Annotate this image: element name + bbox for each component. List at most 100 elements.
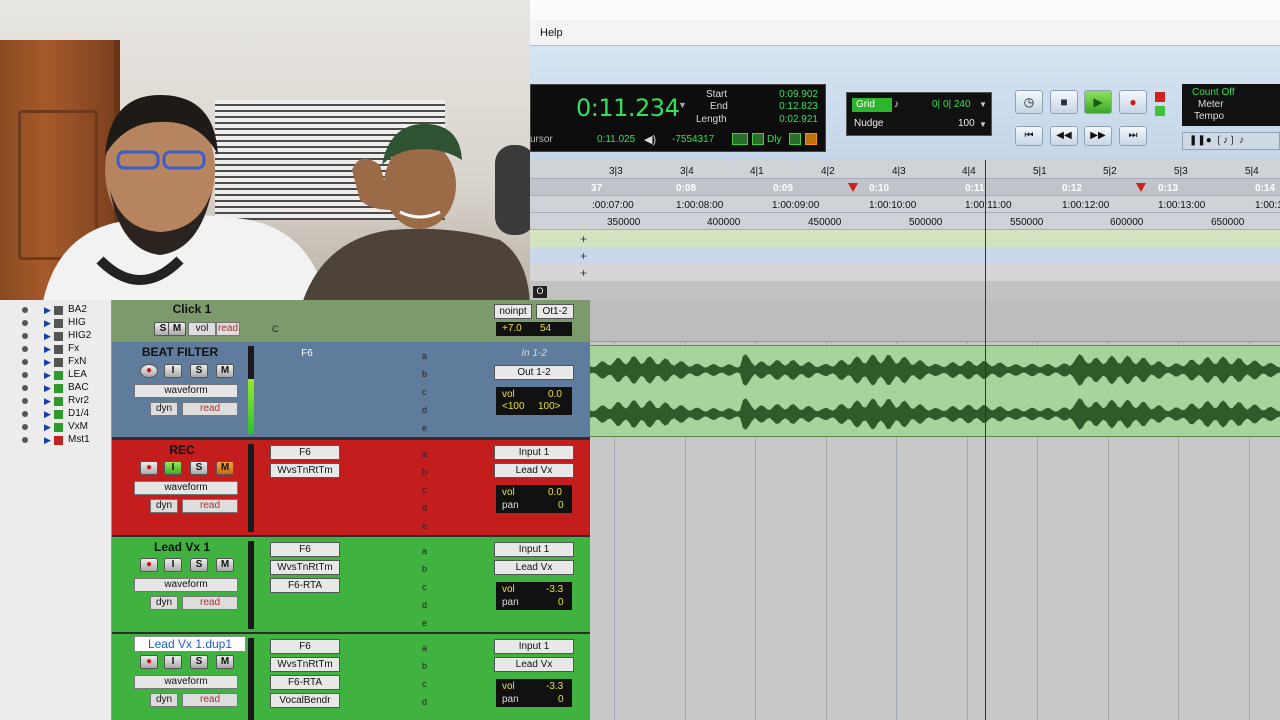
tempo-label[interactable]: Tempo bbox=[1194, 111, 1224, 122]
timebase-selector[interactable]: dyn bbox=[150, 596, 178, 610]
insert-a[interactable]: F6 bbox=[272, 347, 342, 362]
pan-value[interactable]: 0 bbox=[558, 694, 564, 705]
record-arm-button[interactable]: ● bbox=[140, 461, 158, 475]
track-list-item[interactable]: ▶ D1/4 bbox=[0, 408, 112, 421]
selection-end-marker[interactable] bbox=[1136, 183, 1146, 192]
record-arm-icon[interactable] bbox=[1155, 92, 1165, 102]
track-list-item[interactable]: ▶ Fx bbox=[0, 343, 112, 356]
track-lead-vx-dup[interactable]: Lead Vx 1.dup1 ● I S M waveform dyn read… bbox=[112, 634, 590, 720]
send-slot-b[interactable]: b bbox=[422, 661, 427, 671]
track-name[interactable]: Lead Vx 1 bbox=[122, 540, 242, 554]
min-sec-ruler[interactable] bbox=[530, 179, 1280, 196]
insert-d[interactable]: VocalBendr bbox=[270, 693, 340, 708]
nudge-value[interactable]: 100 bbox=[958, 118, 975, 129]
mute-button[interactable]: M bbox=[216, 655, 234, 669]
visibility-dot-icon[interactable] bbox=[22, 333, 28, 339]
count-off-label[interactable]: Count Off bbox=[1192, 87, 1235, 98]
track-list-item[interactable]: ▶ BA2 bbox=[0, 304, 112, 317]
output-selector[interactable]: Lead Vx bbox=[494, 657, 574, 672]
send-slot-c[interactable]: c bbox=[422, 485, 427, 495]
input-monitor-button[interactable]: I bbox=[164, 655, 182, 669]
automation-mode[interactable]: read bbox=[182, 402, 238, 416]
link-icon[interactable] bbox=[789, 133, 801, 145]
track-click[interactable]: Click 1 S M vol read C noinpt Ot1-2 +7.0… bbox=[112, 300, 590, 342]
meter-label[interactable]: Meter bbox=[1198, 99, 1224, 110]
visibility-dot-icon[interactable] bbox=[22, 437, 28, 443]
track-rec[interactable]: REC ● I S M waveform dyn read F6 WvsTnRt… bbox=[112, 440, 590, 535]
insert-a[interactable]: F6 bbox=[270, 445, 340, 460]
record-icon[interactable]: ● bbox=[1119, 90, 1147, 114]
go-to-end-icon[interactable]: ⏭ bbox=[1119, 126, 1147, 146]
automation-mode[interactable]: read bbox=[182, 596, 238, 610]
track-list-item[interactable]: ▶ Rvr2 bbox=[0, 395, 112, 408]
counter-dropdown-icon[interactable]: ▼ bbox=[678, 100, 687, 110]
add-meter-icon[interactable]: + bbox=[580, 266, 587, 280]
input-selector[interactable]: Input 1 bbox=[494, 639, 574, 654]
sync-icon[interactable] bbox=[732, 133, 748, 145]
start-value[interactable]: 0:09.902 bbox=[758, 89, 818, 100]
visibility-dot-icon[interactable] bbox=[22, 411, 28, 417]
send-slot-a[interactable]: a bbox=[422, 351, 427, 361]
visibility-dot-icon[interactable] bbox=[22, 385, 28, 391]
send-slot-e[interactable]: e bbox=[422, 521, 427, 531]
track-list-item[interactable]: ▶ Mst1 bbox=[0, 434, 112, 447]
end-value[interactable]: 0:12.823 bbox=[758, 101, 818, 112]
track-name-edit-field[interactable]: Lead Vx 1.dup1 bbox=[134, 636, 246, 652]
view-selector[interactable]: waveform bbox=[134, 675, 238, 689]
view-selector[interactable]: vol bbox=[188, 322, 216, 336]
track-name[interactable]: Click 1 bbox=[132, 302, 252, 316]
beat-filter-audio-clip[interactable] bbox=[590, 345, 1280, 437]
return-to-zero-icon[interactable]: ⏮ bbox=[1015, 126, 1043, 146]
send-slot-d[interactable]: d bbox=[422, 405, 427, 415]
vol-value[interactable]: 0.0 bbox=[548, 487, 562, 498]
record-arm-button[interactable]: ● bbox=[140, 655, 158, 669]
stop-icon[interactable]: ■ bbox=[1050, 90, 1078, 114]
play-icon[interactable]: ▶ bbox=[1084, 90, 1112, 114]
selection-start-marker[interactable] bbox=[848, 183, 858, 192]
vol-value[interactable]: -3.3 bbox=[546, 584, 563, 595]
track-list-item[interactable]: ▶ LEA bbox=[0, 369, 112, 382]
pan-value[interactable]: 0 bbox=[558, 597, 564, 608]
send-slot-c[interactable]: c bbox=[422, 387, 427, 397]
solo-button[interactable]: S bbox=[190, 461, 208, 475]
output-selector[interactable]: Ot1-2 bbox=[536, 304, 574, 319]
input-selector[interactable]: noinpt bbox=[494, 304, 532, 319]
online-icon[interactable]: ◷ bbox=[1015, 90, 1043, 114]
send-slot-b[interactable]: b bbox=[422, 467, 427, 477]
visibility-dot-icon[interactable] bbox=[22, 307, 28, 313]
send-slot-d[interactable]: d bbox=[422, 697, 427, 707]
visibility-dot-icon[interactable] bbox=[22, 320, 28, 326]
pan-left-value[interactable]: <100 bbox=[502, 401, 525, 412]
key-ruler-strip[interactable] bbox=[530, 281, 1280, 300]
input-selector[interactable]: Input 1 bbox=[494, 445, 574, 460]
track-list-item[interactable]: ▶ VxM bbox=[0, 421, 112, 434]
timebase-selector[interactable]: dyn bbox=[150, 402, 178, 416]
automation-mode[interactable]: read bbox=[182, 693, 238, 707]
menu-help[interactable]: Help bbox=[540, 27, 563, 39]
midi-icon[interactable] bbox=[805, 133, 817, 145]
send-slot-c[interactable]: c bbox=[422, 679, 427, 689]
input-selector[interactable]: In 1-2 bbox=[494, 347, 574, 362]
send-slot-d[interactable]: d bbox=[422, 503, 427, 513]
solo-button[interactable]: S bbox=[190, 558, 208, 572]
output-selector[interactable]: Lead Vx bbox=[494, 463, 574, 478]
insert-c[interactable]: F6-RTA bbox=[270, 675, 340, 690]
rewind-icon[interactable]: ◀◀ bbox=[1050, 126, 1078, 146]
grid-button[interactable]: Grid bbox=[852, 98, 892, 112]
timebase-selector[interactable]: dyn bbox=[150, 693, 178, 707]
send-slot-b[interactable]: b bbox=[422, 564, 427, 574]
add-tempo-icon[interactable]: + bbox=[580, 249, 587, 263]
fast-forward-icon[interactable]: ▶▶ bbox=[1084, 126, 1112, 146]
input-monitor-button[interactable]: I bbox=[164, 558, 182, 572]
visibility-dot-icon[interactable] bbox=[22, 424, 28, 430]
track-lead-vx[interactable]: Lead Vx 1 ● I S M waveform dyn read F6 W… bbox=[112, 537, 590, 632]
insert-a[interactable]: F6 bbox=[270, 639, 340, 654]
send-slot-a[interactable]: a bbox=[422, 546, 427, 556]
input-monitor-button[interactable]: I bbox=[164, 364, 182, 378]
nudge-dropdown-icon[interactable]: ▼ bbox=[979, 120, 987, 129]
insert-c[interactable]: F6-RTA bbox=[270, 578, 340, 593]
send-slot-a[interactable]: a bbox=[422, 449, 427, 459]
visibility-dot-icon[interactable] bbox=[22, 346, 28, 352]
visibility-dot-icon[interactable] bbox=[22, 398, 28, 404]
pre-roll-icon[interactable] bbox=[752, 133, 764, 145]
